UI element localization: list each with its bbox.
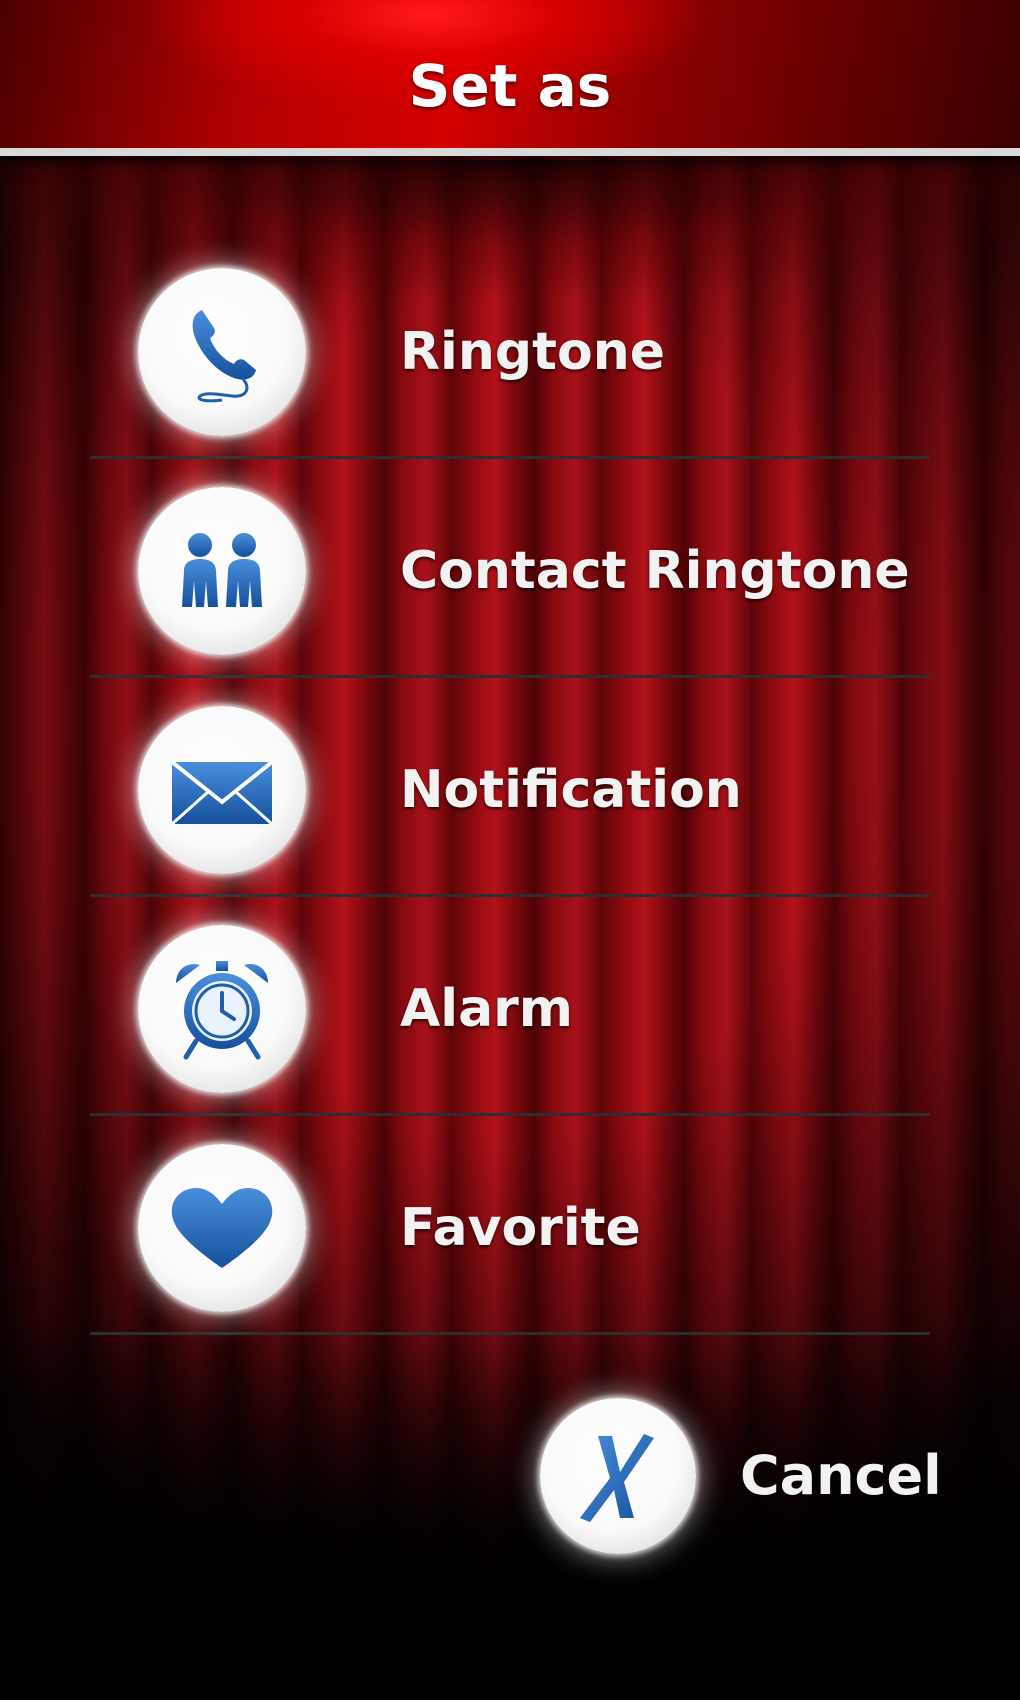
ringtone-button-circle[interactable] — [138, 268, 306, 436]
dialog-header: Set as — [0, 0, 1020, 156]
alarm-button-circle[interactable] — [138, 925, 306, 1093]
menu-item-contact-ringtone[interactable]: Contact Ringtone — [90, 459, 930, 678]
menu-item-label: Favorite — [400, 1198, 641, 1258]
contacts-icon — [182, 533, 262, 607]
alarm-clock-icon — [176, 961, 268, 1060]
close-x-icon — [580, 1434, 654, 1522]
cancel-button[interactable]: Cancel — [540, 1398, 942, 1558]
cancel-button-circle[interactable] — [540, 1398, 696, 1554]
favorite-button-circle[interactable] — [138, 1144, 306, 1312]
menu-item-label: Alarm — [400, 979, 573, 1039]
dialog-title: Set as — [408, 52, 612, 120]
menu-item-favorite[interactable]: Favorite — [90, 1116, 930, 1335]
heart-icon — [171, 1188, 273, 1268]
menu-item-alarm[interactable]: Alarm — [90, 897, 930, 1116]
menu-item-notification[interactable]: Notification — [90, 678, 930, 897]
phone-icon — [192, 310, 256, 403]
set-as-menu: Ringtone Contact Ringtone Notification A… — [90, 240, 930, 1335]
cancel-label: Cancel — [740, 1444, 942, 1507]
menu-item-label: Notification — [400, 760, 742, 820]
menu-item-label: Ringtone — [400, 322, 665, 382]
menu-item-ringtone[interactable]: Ringtone — [90, 240, 930, 459]
envelope-icon — [170, 760, 274, 826]
menu-item-label: Contact Ringtone — [400, 541, 910, 601]
notification-button-circle[interactable] — [138, 706, 306, 874]
contact-ringtone-button-circle[interactable] — [138, 487, 306, 655]
set-as-dialog: Set as Ringtone Contact Ringtone Notific… — [0, 0, 1020, 1700]
